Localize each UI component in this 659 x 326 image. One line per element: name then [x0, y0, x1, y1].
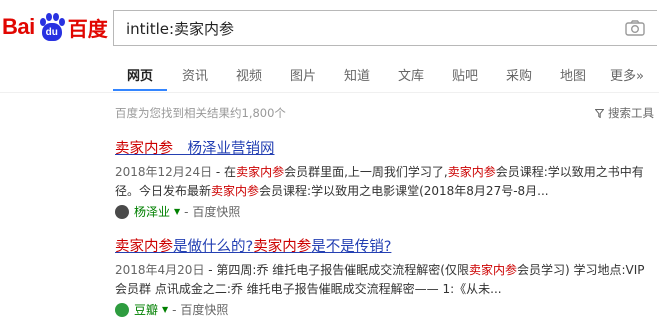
snapshot-link[interactable]: - 百度快照: [172, 301, 228, 319]
tab-tieba[interactable]: 贴吧: [452, 65, 478, 84]
logo-text-baidu: 百度: [67, 16, 108, 41]
text-segment: - 第四周:乔 维托电子报告催眠成交流程解密(仅限: [204, 263, 469, 277]
filter-icon: [594, 109, 605, 119]
tab-map[interactable]: 地图: [560, 65, 586, 84]
logo-text-bai: Bai: [2, 14, 35, 39]
search-box[interactable]: [113, 10, 657, 47]
text-segment: - 在: [212, 165, 237, 179]
caret-down-icon[interactable]: ▼: [174, 203, 180, 221]
keyword-highlight: 卖家内参: [253, 239, 312, 255]
text-segment: ＿杨泽业营销网: [173, 141, 275, 157]
snapshot-label: 百度快照: [180, 303, 229, 317]
result-source-line: 豆瓣 ▼ - 百度快照: [115, 301, 655, 319]
tab-zhidao[interactable]: 知道: [344, 65, 370, 84]
logo-text-du: du: [45, 27, 58, 38]
tab-images[interactable]: 图片: [290, 65, 316, 84]
result-source-line: 杨泽业 ▼ - 百度快照: [115, 203, 655, 221]
search-tools-label: 搜索工具: [608, 106, 654, 120]
paw-icon: du: [37, 12, 67, 42]
avatar: [115, 205, 129, 219]
tab-video[interactable]: 视频: [236, 65, 262, 84]
keyword-highlight: 卖家内参: [236, 165, 285, 179]
result-count: 百度为您找到相关结果约1,800个: [115, 106, 286, 120]
tab-purchase[interactable]: 采购: [506, 65, 532, 84]
source-name[interactable]: 豆瓣: [134, 301, 158, 319]
result-item: 卖家内参＿杨泽业营销网 2018年12月24日 - 在卖家内参会员群里面,上一周…: [115, 139, 655, 221]
active-tab-indicator: [113, 89, 167, 91]
keyword-highlight: 卖家内参: [115, 239, 173, 255]
camera-icon[interactable]: [625, 20, 645, 36]
tab-web[interactable]: 网页: [127, 65, 153, 84]
text-segment: 是做什么的?: [173, 239, 254, 255]
result-abstract: 2018年12月24日 - 在卖家内参会员群里面,上一周我们学习了,卖家内参会员…: [115, 163, 655, 201]
keyword-highlight: 卖家内参: [115, 141, 173, 157]
keyword-highlight: 卖家内参: [468, 263, 517, 277]
snapshot-link[interactable]: - 百度快照: [184, 203, 240, 221]
result-title-link[interactable]: 卖家内参＿杨泽业营销网: [115, 139, 655, 159]
text-segment: 会员课程:学以致用之电影课堂(2018年8月27号-8月...: [259, 184, 549, 198]
header: Bai du 百度 网页 资讯 视频 图片 知道 文库 贴吧 采购 地图 更多»: [0, 0, 659, 93]
tab-more[interactable]: 更多»: [610, 65, 644, 84]
search-input[interactable]: [124, 11, 608, 47]
result-abstract: 2018年4月20日 - 第四周:乔 维托电子报告催眠成交流程解密(仅限卖家内参…: [115, 261, 655, 299]
avatar: [115, 303, 129, 317]
source-name[interactable]: 杨泽业: [134, 203, 170, 221]
tab-wenku[interactable]: 文库: [398, 65, 424, 84]
keyword-highlight: 卖家内参: [211, 184, 260, 198]
search-tools-button[interactable]: 搜索工具: [594, 105, 654, 121]
result-item: 卖家内参是做什么的?卖家内参是不是传销? 2018年4月20日 - 第四周:乔 …: [115, 237, 655, 319]
text-segment: 会员群里面,上一周我们学习了,: [284, 165, 448, 179]
tab-news[interactable]: 资讯: [182, 65, 208, 84]
caret-down-icon[interactable]: ▼: [162, 301, 168, 319]
result-date: 2018年12月24日: [115, 165, 213, 179]
nav-tabs: 网页 资讯 视频 图片 知道 文库 贴吧 采购 地图 更多»: [0, 60, 659, 92]
result-title-link[interactable]: 卖家内参是做什么的?卖家内参是不是传销?: [115, 237, 655, 257]
baidu-logo[interactable]: Bai du 百度: [2, 9, 108, 45]
text-segment: 是不是传销?: [311, 239, 392, 255]
snapshot-label: 百度快照: [192, 205, 241, 219]
keyword-highlight: 卖家内参: [447, 165, 496, 179]
result-date: 2018年4月20日: [115, 263, 205, 277]
